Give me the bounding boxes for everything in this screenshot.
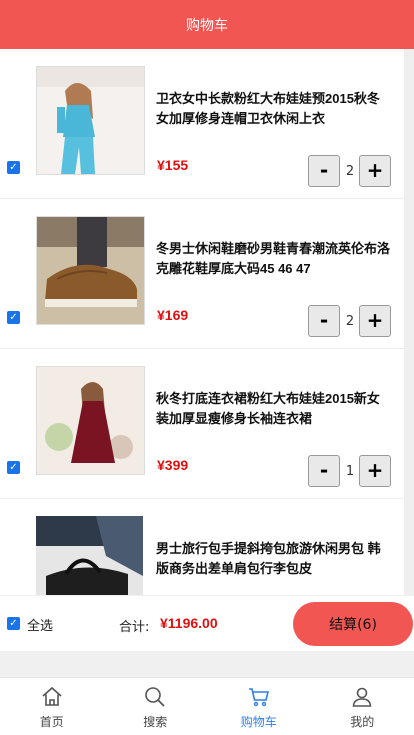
decrease-quantity-button[interactable]: - [308, 155, 340, 187]
cart-icon [248, 688, 269, 707]
cart-footer: ✓ 全选 合计: ¥1196.00 结算(6) [0, 596, 414, 651]
total-price: ¥1196.00 [160, 615, 218, 631]
search-icon [145, 687, 165, 707]
tab-home[interactable]: 首页 [0, 678, 104, 735]
tab-cart[interactable]: 购物车 [207, 678, 311, 735]
decrease-quantity-button[interactable]: - [308, 305, 340, 337]
decrease-quantity-button[interactable]: - [308, 455, 340, 487]
footer-spacer [0, 651, 414, 677]
tab-label: 首页 [39, 715, 64, 729]
increase-quantity-button[interactable]: + [359, 305, 391, 337]
tab-label: 搜索 [143, 715, 168, 729]
product-title[interactable]: 冬男士休闲鞋磨砂男鞋青春潮流英伦布洛克雕花鞋厚底大码45 46 47 [156, 239, 390, 279]
cart-item: ✓ 冬男士休闲鞋磨砂男鞋青春潮流英伦布洛克雕花鞋厚底大码45 46 47 ¥16… [0, 199, 404, 349]
quantity-value: 2 [345, 314, 355, 329]
increase-quantity-button[interactable]: + [359, 155, 391, 187]
product-image[interactable] [36, 66, 145, 175]
product-image[interactable] [36, 516, 145, 595]
product-image[interactable] [36, 216, 145, 325]
quantity-value: 1 [345, 464, 355, 479]
tab-search[interactable]: 搜索 [104, 678, 208, 735]
quantity-value: 2 [345, 164, 355, 179]
cart-item: ✓ 秋冬打底连衣裙粉红大布娃娃2015新女装加厚显瘦修身长袖连衣裙 ¥399 -… [0, 349, 404, 499]
select-all-label[interactable]: 全选 [27, 615, 53, 634]
total-label: 合计: [119, 620, 150, 635]
home-icon [42, 686, 62, 706]
tab-profile[interactable]: 我的 [311, 678, 414, 735]
product-title[interactable]: 男士旅行包手提斜挎包旅游休闲男包 韩版商务出差单肩包行李包皮 [156, 539, 390, 579]
item-checkbox[interactable]: ✓ [7, 311, 20, 324]
cart-item: ✓ 卫衣女中长款粉红大布娃娃预2015秋冬女加厚修身连帽卫衣休闲上衣 ¥155 … [0, 49, 404, 199]
product-price: ¥155 [157, 157, 189, 173]
product-price: ¥399 [157, 457, 189, 473]
cart-item: 男士旅行包手提斜挎包旅游休闲男包 韩版商务出差单肩包行李包皮 [0, 499, 404, 595]
item-checkbox[interactable]: ✓ [7, 161, 20, 174]
select-all-checkbox[interactable]: ✓ [7, 617, 20, 630]
user-icon [352, 687, 372, 707]
quantity-stepper: - 2 + [308, 155, 392, 187]
cart-list: ✓ 卫衣女中长款粉红大布娃娃预2015秋冬女加厚修身连帽卫衣休闲上衣 ¥155 … [0, 49, 404, 595]
product-image[interactable] [36, 366, 145, 475]
tab-bar: 首页 搜索 购物车 我的 [0, 677, 414, 735]
product-price: ¥169 [157, 307, 189, 323]
tab-label: 购物车 [240, 715, 277, 729]
product-title[interactable]: 卫衣女中长款粉红大布娃娃预2015秋冬女加厚修身连帽卫衣休闲上衣 [156, 89, 390, 129]
tab-label: 我的 [350, 715, 375, 729]
page-title: 购物车 [186, 17, 228, 34]
quantity-stepper: - 1 + [308, 455, 392, 487]
item-checkbox[interactable]: ✓ [7, 461, 20, 474]
page-header: 购物车 [0, 0, 414, 49]
scrollbar[interactable] [404, 49, 414, 595]
checkout-button[interactable]: 结算(6) [293, 602, 413, 646]
increase-quantity-button[interactable]: + [359, 455, 391, 487]
quantity-stepper: - 2 + [308, 305, 392, 337]
product-title[interactable]: 秋冬打底连衣裙粉红大布娃娃2015新女装加厚显瘦修身长袖连衣裙 [156, 389, 390, 429]
